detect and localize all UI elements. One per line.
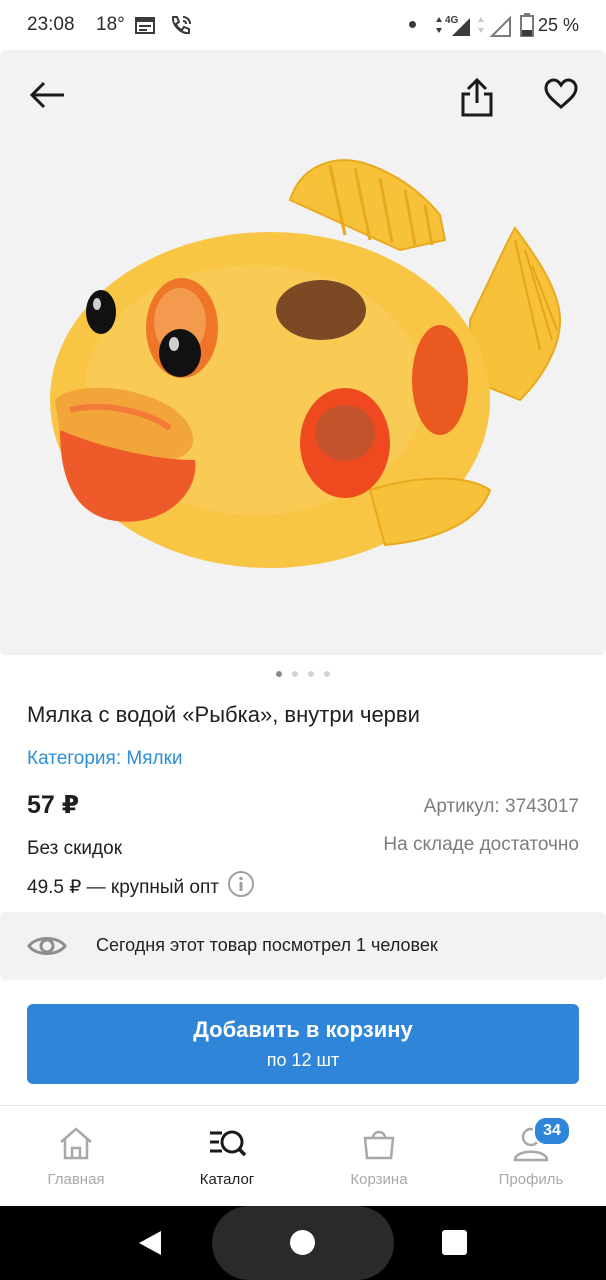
favorite-button[interactable] — [533, 66, 589, 122]
add-to-cart-label: Добавить в корзину — [193, 1017, 413, 1042]
product-image — [50, 159, 562, 568]
status-time: 23:08 — [27, 14, 75, 35]
battery-icon — [520, 12, 534, 43]
battery-percent: 25 % — [537, 15, 579, 35]
bottom-navigation: Главная Каталог Корзина 34 Профиль — [0, 1105, 606, 1206]
nav-catalog[interactable]: Каталог — [151, 1106, 303, 1206]
notification-dot-icon — [409, 21, 416, 28]
back-triangle-icon — [139, 1231, 161, 1255]
stock-status: На складе достаточно — [383, 834, 579, 855]
carousel-dot[interactable] — [292, 671, 298, 677]
carousel-dot[interactable] — [276, 671, 282, 677]
nav-cart[interactable]: Корзина — [303, 1106, 455, 1206]
product-sku: Артикул: 3743017 — [423, 796, 579, 817]
system-home-button[interactable] — [290, 1230, 315, 1255]
home-icon — [60, 1127, 92, 1160]
wholesale-price: 49.5 ₽ — крупный опт — [27, 876, 219, 898]
share-icon — [461, 78, 493, 117]
signal-4g-icon: 4G — [432, 12, 472, 43]
back-arrow-icon — [29, 81, 64, 109]
nav-home-label: Главная — [47, 1171, 105, 1188]
views-notice-text: Сегодня этот товар посмотрел 1 человек — [96, 935, 438, 955]
profile-badge: 34 — [533, 1116, 571, 1146]
shopping-bag-icon — [363, 1130, 395, 1160]
nav-profile-label: Профиль — [498, 1171, 564, 1188]
nav-catalog-label: Каталог — [199, 1171, 255, 1188]
nav-home[interactable]: Главная — [0, 1106, 152, 1206]
catalog-search-icon — [210, 1130, 247, 1157]
product-title: Мялка с водой «Рыбка», внутри черви — [27, 702, 420, 727]
add-to-cart-quantity: по 12 шт — [266, 1050, 340, 1070]
product-image-carousel[interactable] — [0, 50, 606, 655]
category-link[interactable]: Категория: Мялки — [27, 748, 183, 770]
carousel-dot[interactable] — [324, 671, 330, 677]
heart-icon — [544, 78, 578, 109]
calendar-icon — [134, 14, 156, 41]
discount-status: Без скидок — [27, 838, 122, 859]
svg-text:4G: 4G — [445, 15, 459, 26]
system-recents-button[interactable] — [442, 1230, 467, 1255]
share-button[interactable] — [449, 70, 505, 126]
status-temperature: 18° — [96, 14, 125, 35]
nav-profile[interactable]: 34 Профиль — [455, 1106, 606, 1206]
phone-call-icon — [168, 14, 194, 43]
info-icon[interactable] — [227, 870, 255, 904]
eye-icon — [27, 928, 67, 969]
back-button[interactable] — [19, 67, 75, 123]
carousel-dot[interactable] — [308, 671, 314, 677]
product-price: 57 ₽ — [27, 791, 80, 819]
carousel-indicator — [0, 671, 606, 681]
nav-cart-label: Корзина — [350, 1171, 408, 1188]
system-back-button[interactable] — [137, 1229, 163, 1262]
signal-empty-icon — [474, 12, 518, 43]
add-to-cart-button[interactable]: Добавить в корзину по 12 шт — [27, 1004, 579, 1084]
wholesale-price-row: 49.5 ₽ — крупный опт — [27, 870, 255, 904]
